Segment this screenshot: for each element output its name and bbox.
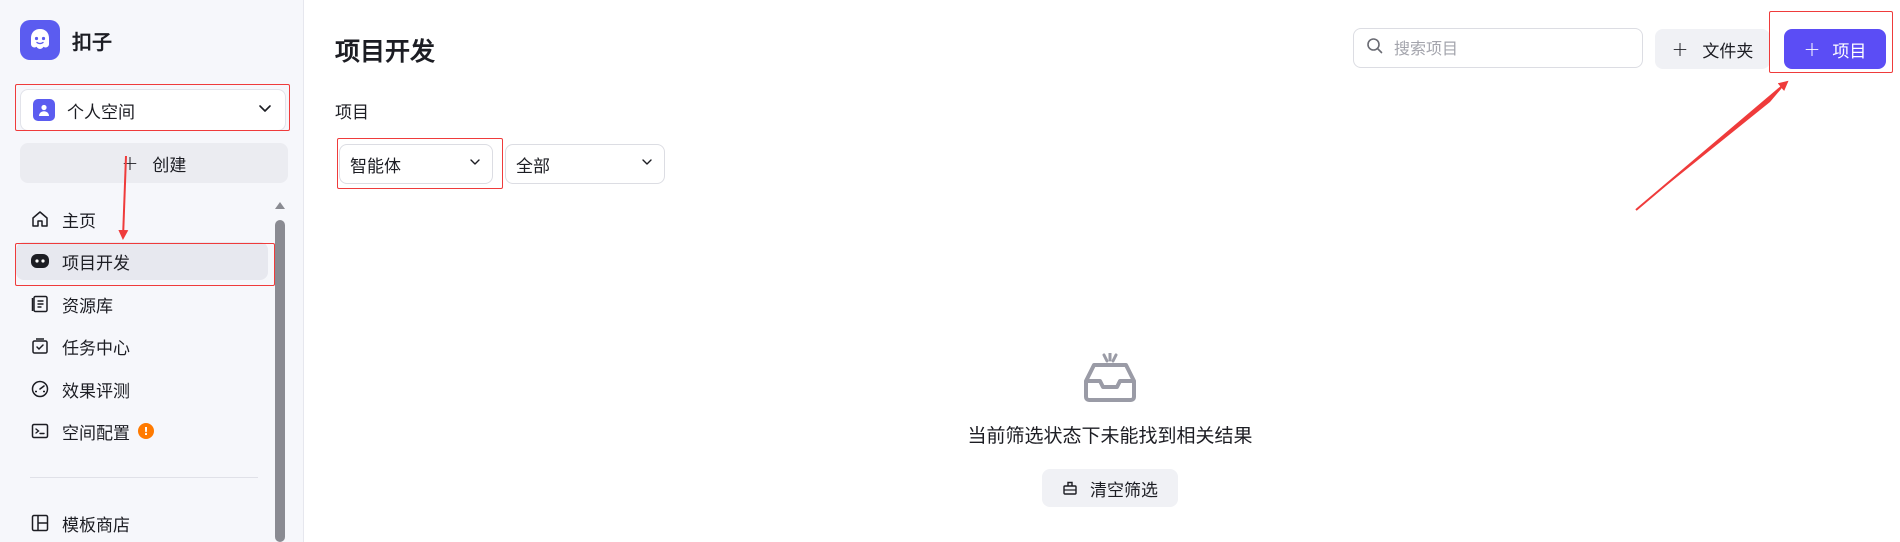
clear-filters-label: 清空筛选 <box>1090 480 1158 501</box>
app-name: 扣子 <box>72 29 112 54</box>
new-folder-button[interactable]: + 文件夹 <box>1655 29 1770 69</box>
layout-icon <box>30 513 50 533</box>
coze-logo-icon <box>20 20 60 60</box>
brand[interactable]: 扣子 <box>20 20 112 60</box>
chevron-down-icon <box>257 100 273 120</box>
sidebar-item-home[interactable]: 主页 <box>16 200 268 238</box>
scope-filter-value: 全部 <box>516 156 550 177</box>
scroll-up-arrow-icon[interactable] <box>275 202 285 209</box>
clear-filters-button[interactable]: 清空筛选 <box>1042 469 1178 507</box>
plus-icon: + <box>1671 37 1689 61</box>
sidebar: 扣子 个人空间 + 创建 主页 项目开发 资源库 任务中心 效果评测 空间配置 … <box>0 0 304 542</box>
space-selector[interactable]: 个人空间 <box>20 89 286 131</box>
sidebar-item-label: 任务中心 <box>62 338 130 359</box>
user-icon <box>33 99 55 121</box>
sidebar-item-label: 效果评测 <box>62 381 130 402</box>
bot-icon <box>30 251 50 271</box>
new-project-button-label: 项目 <box>1832 41 1867 62</box>
create-button-label: 创建 <box>152 155 187 176</box>
nav-divider <box>30 477 258 478</box>
sidebar-item-tasks[interactable]: 任务中心 <box>16 327 268 365</box>
sidebar-scrollbar[interactable] <box>275 202 285 542</box>
broom-icon <box>1062 480 1078 496</box>
empty-inbox-icon <box>1082 351 1138 407</box>
chevron-down-icon <box>468 154 482 174</box>
create-button[interactable]: + 创建 <box>20 143 288 183</box>
new-folder-button-label: 文件夹 <box>1702 41 1754 62</box>
new-project-button[interactable]: + 项目 <box>1784 29 1886 69</box>
scope-filter-dropdown[interactable]: 全部 <box>505 144 665 184</box>
sidebar-item-label: 模板商店 <box>62 515 130 536</box>
space-selector-label: 个人空间 <box>67 102 135 123</box>
type-filter-dropdown[interactable]: 智能体 <box>339 144 493 184</box>
home-icon <box>30 209 50 229</box>
sidebar-item-label: 主页 <box>62 211 96 232</box>
page-title: 项目开发 <box>335 37 436 66</box>
annotation-arrow-to-project-button <box>1636 82 1787 210</box>
sidebar-item-projects[interactable]: 项目开发 <box>16 242 268 280</box>
section-label: 项目 <box>335 103 369 123</box>
plus-icon: + <box>1803 37 1821 61</box>
scrollbar-thumb[interactable] <box>275 220 285 542</box>
sidebar-item-template-store[interactable]: 模板商店 <box>16 504 268 542</box>
sidebar-item-label: 资源库 <box>62 296 113 317</box>
search-field[interactable] <box>1353 28 1643 68</box>
gauge-icon <box>30 379 50 399</box>
library-icon <box>30 294 50 314</box>
task-icon <box>30 336 50 356</box>
sidebar-item-label: 项目开发 <box>62 253 130 274</box>
search-icon <box>1366 37 1384 59</box>
type-filter-value: 智能体 <box>350 156 401 177</box>
empty-state-message: 当前筛选状态下未能找到相关结果 <box>967 425 1253 447</box>
sidebar-item-evaluation[interactable]: 效果评测 <box>16 370 268 408</box>
chevron-down-icon <box>640 154 654 174</box>
sidebar-item-library[interactable]: 资源库 <box>16 285 268 323</box>
plus-icon: + <box>121 151 139 175</box>
search-input[interactable] <box>1394 38 1624 58</box>
